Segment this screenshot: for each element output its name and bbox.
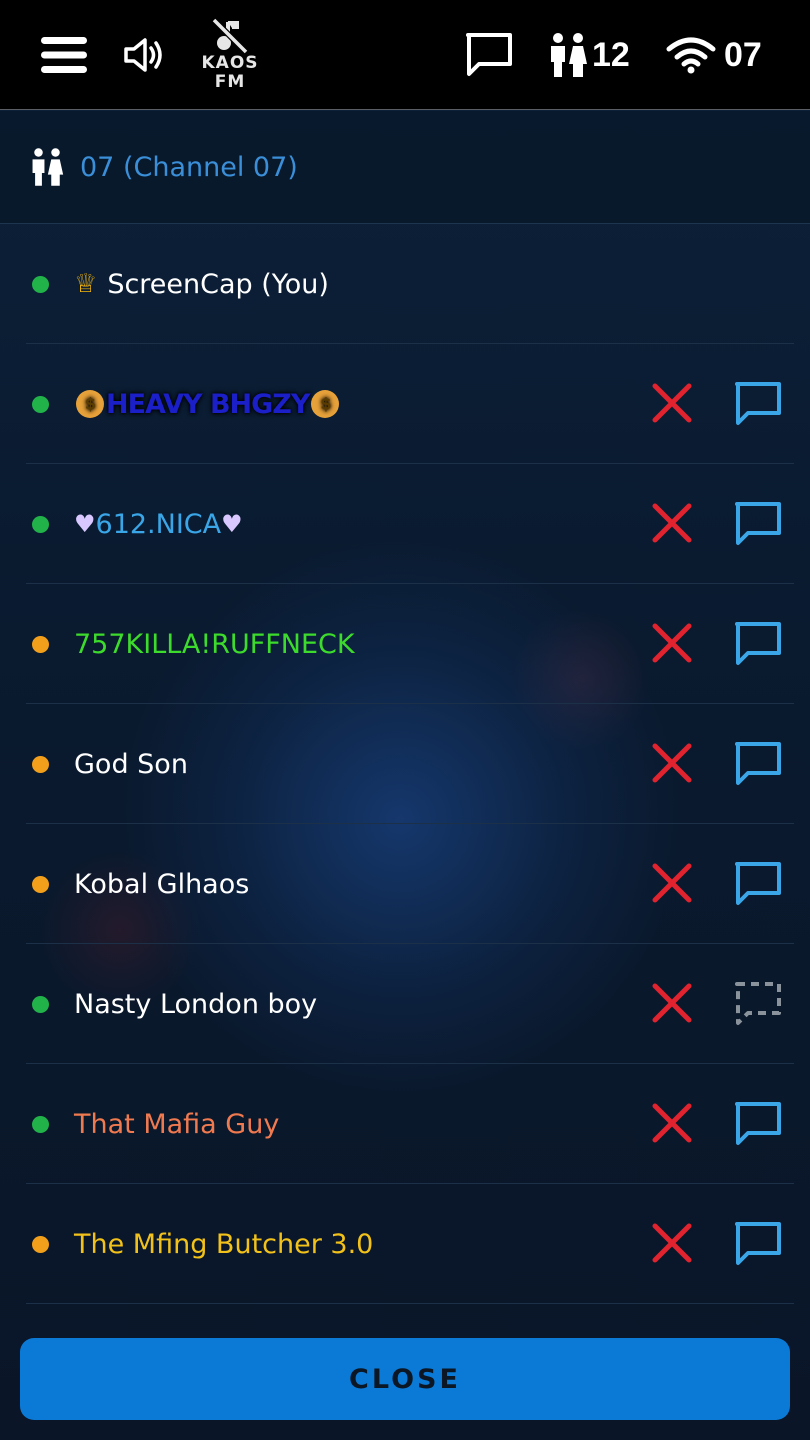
users-count-button[interactable]: 12 <box>548 0 644 110</box>
kick-icon[interactable] <box>650 1221 694 1265</box>
list-item: That Mafia Guy <box>0 1064 810 1184</box>
message-disabled-icon <box>735 982 781 1025</box>
station-name: KAOS FM <box>201 53 259 92</box>
user-name: ♥ 612.NICA ♥ <box>74 508 243 540</box>
user-name: God Son <box>74 748 188 780</box>
away-status-dot <box>32 756 49 773</box>
user-name: The Mfing Butcher 3.0 <box>74 1228 374 1260</box>
people-icon <box>551 33 587 77</box>
kick-icon[interactable] <box>650 741 694 785</box>
kick-icon[interactable] <box>650 1101 694 1145</box>
message-icon[interactable] <box>734 381 782 427</box>
message-icon[interactable] <box>734 741 782 787</box>
kick-icon[interactable] <box>650 621 694 665</box>
away-status-dot <box>32 876 49 893</box>
top-bar: KAOS FM 12 07 <box>0 0 810 110</box>
user-name: 757KILLA!RUFFNECK <box>74 628 355 660</box>
user-name: ♕ ScreenCap (You) <box>74 268 329 300</box>
user-list: ♕ ScreenCap (You) $ HEAVY BHGZY $ ♥ 612.NIC… <box>0 224 810 1304</box>
heart-icon: ♥ <box>74 510 96 538</box>
chat-icon[interactable] <box>462 0 516 110</box>
channel-number: 07 <box>724 35 762 74</box>
online-status-dot <box>32 1116 49 1133</box>
user-name: Kobal Glhaos <box>74 868 250 900</box>
money-bag-icon: $ <box>76 390 104 418</box>
message-icon[interactable] <box>734 861 782 907</box>
user-name: That Mafia Guy <box>74 1108 280 1140</box>
message-icon[interactable] <box>734 1101 782 1147</box>
away-status-dot <box>32 636 49 653</box>
close-button[interactable]: CLOSE <box>20 1338 790 1420</box>
money-bag-icon: $ <box>311 390 340 418</box>
heart-icon: ♥ <box>221 510 243 538</box>
list-item: $ HEAVY BHGZY $ <box>0 344 810 464</box>
online-status-dot <box>32 516 49 533</box>
away-status-dot <box>32 1236 49 1253</box>
station-button[interactable]: KAOS FM <box>196 0 264 110</box>
user-name: Nasty London boy <box>74 988 318 1020</box>
channel-button[interactable]: 07 <box>666 0 776 110</box>
volume-icon[interactable] <box>120 0 168 110</box>
crown-icon: ♕ <box>74 269 98 299</box>
kick-icon[interactable] <box>650 501 694 545</box>
list-item: Kobal Glhaos <box>0 824 810 944</box>
list-item: ♕ ScreenCap (You) <box>0 224 810 344</box>
online-status-dot <box>32 996 49 1013</box>
menu-icon[interactable] <box>40 0 88 110</box>
kick-icon[interactable] <box>650 981 694 1025</box>
list-item: Nasty London boy <box>0 944 810 1064</box>
music-off-icon <box>211 18 249 54</box>
online-status-dot <box>32 276 49 293</box>
list-item: 757KILLA!RUFFNECK <box>0 584 810 704</box>
list-item: ♥ 612.NICA ♥ <box>0 464 810 584</box>
message-icon[interactable] <box>734 1221 782 1267</box>
people-icon <box>32 148 64 186</box>
list-item: God Son <box>0 704 810 824</box>
message-icon[interactable] <box>734 621 782 667</box>
wifi-icon <box>666 37 716 74</box>
channel-title: 07 (Channel 07) <box>80 151 298 183</box>
kick-icon[interactable] <box>650 381 694 425</box>
kick-icon[interactable] <box>650 861 694 905</box>
message-icon[interactable] <box>734 501 782 547</box>
list-item: The Mfing Butcher 3.0 <box>0 1184 810 1304</box>
online-status-dot <box>32 396 49 413</box>
users-count: 12 <box>592 35 630 74</box>
user-name: $ HEAVY BHGZY $ <box>74 344 341 464</box>
channel-header: 07 (Channel 07) <box>0 111 810 224</box>
